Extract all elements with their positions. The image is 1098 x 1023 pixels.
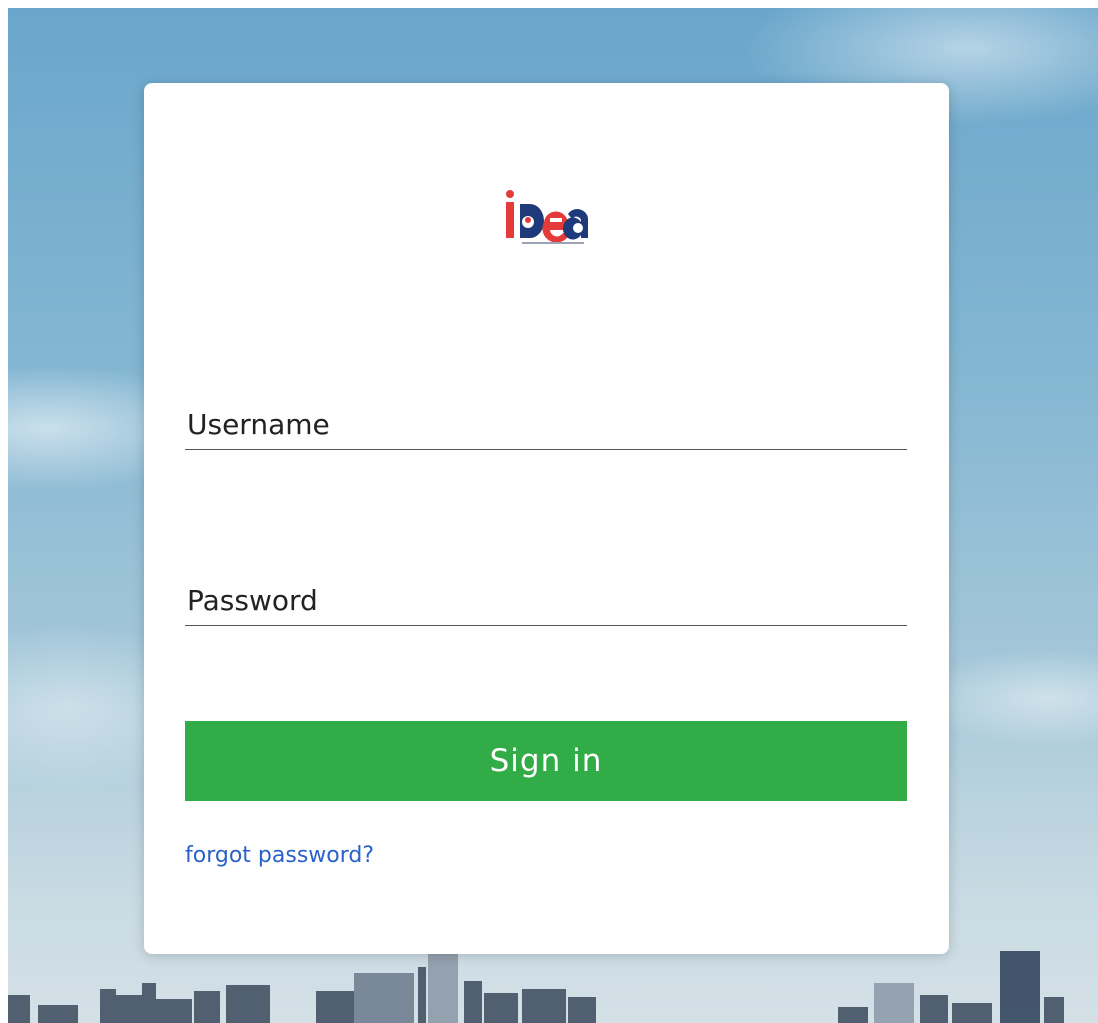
username-input[interactable]: [185, 408, 911, 441]
forgot-password-link[interactable]: forgot password?: [185, 843, 374, 868]
password-input[interactable]: [185, 584, 911, 617]
idea-logo-icon: [506, 190, 588, 244]
sign-in-button[interactable]: Sign in: [185, 721, 907, 801]
idea-logo: i d ea: [502, 180, 592, 260]
username-field-container: [185, 389, 911, 450]
password-field-container: [185, 565, 911, 626]
login-card: i d ea Sign in forgot password?: [144, 83, 949, 954]
